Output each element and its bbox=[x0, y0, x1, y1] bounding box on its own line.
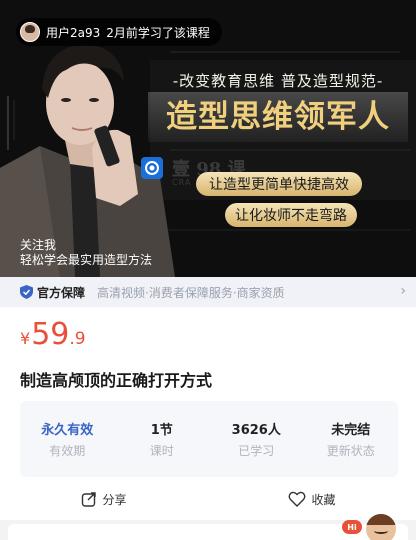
recent-learner-notice: 用户2a93 2月前学习了该课程 bbox=[16, 18, 222, 46]
app-logo-icon bbox=[141, 157, 163, 179]
banner-pill-shortcut: 让化妆师不走弯路 bbox=[225, 203, 357, 227]
stat-label: 更新状态 bbox=[326, 444, 375, 458]
hi-badge[interactable]: Hi bbox=[342, 520, 362, 534]
guarantee-label: 官方保障 bbox=[37, 285, 86, 300]
learner-activity: 2月前学习了该课程 bbox=[106, 25, 210, 40]
course-price: ¥ 59 .9 bbox=[20, 317, 86, 352]
stat-label: 有效期 bbox=[49, 444, 86, 458]
guarantee-description: 高清视频·消费者保障服务·商家资质 bbox=[97, 285, 285, 300]
course-info-card: ¥ 59 .9 制造高颅顶的正确打开方式 永久有效 有效期 1节 课时 3626… bbox=[0, 307, 416, 520]
banner-slogan: -改变教育思维 普及造型规范- bbox=[172, 72, 384, 90]
stat-learners: 3626人 已学习 bbox=[209, 401, 304, 477]
favorite-label: 收藏 bbox=[311, 492, 336, 507]
stat-value: 1节 bbox=[150, 423, 173, 438]
learner-name: 用户2a93 bbox=[46, 25, 101, 40]
stat-validity: 永久有效 有效期 bbox=[20, 401, 115, 477]
shield-icon bbox=[20, 285, 33, 299]
banner-headline: 造型思维领军人 bbox=[148, 92, 408, 142]
price-decimal: .9 bbox=[69, 329, 86, 349]
share-icon bbox=[82, 492, 97, 507]
price-integer: 59 bbox=[31, 317, 70, 352]
course-stats-panel: 永久有效 有效期 1节 课时 3626人 已学习 未完结 更新状态 bbox=[20, 401, 398, 477]
course-title: 制造高颅顶的正确打开方式 bbox=[20, 371, 213, 390]
official-guarantee-bar[interactable]: 官方保障 高清视频·消费者保障服务·商家资质 › bbox=[0, 277, 416, 307]
share-button[interactable]: 分享 bbox=[0, 485, 208, 513]
banner-pill-efficiency: 让造型更简单快捷高效 bbox=[196, 172, 362, 196]
learner-avatar bbox=[20, 22, 40, 42]
chevron-right-icon: › bbox=[400, 283, 406, 299]
stat-update-status: 未完结 更新状态 bbox=[304, 401, 399, 477]
stat-label: 课时 bbox=[149, 444, 174, 458]
stat-value: 3626人 bbox=[231, 423, 281, 438]
banner-watermark-sub: CRA bbox=[172, 178, 192, 187]
stat-label: 已学习 bbox=[238, 444, 275, 458]
course-actions: 分享 收藏 bbox=[0, 485, 416, 513]
favorite-button[interactable]: 收藏 bbox=[208, 485, 416, 513]
stat-value: 未完结 bbox=[331, 423, 371, 438]
share-label: 分享 bbox=[102, 492, 127, 507]
price-currency: ¥ bbox=[20, 329, 31, 348]
stat-lessons: 1节 课时 bbox=[115, 401, 210, 477]
heart-icon bbox=[289, 491, 306, 507]
assistant-avatar[interactable] bbox=[366, 514, 396, 540]
stat-value: 永久有效 bbox=[41, 423, 94, 438]
course-banner: 用户2a93 2月前学习了该课程 -改变教育思维 普及造型规范- 造型思维领军人… bbox=[0, 0, 416, 277]
banner-caption-learn: 轻松学会最实用造型方法 bbox=[20, 253, 153, 267]
